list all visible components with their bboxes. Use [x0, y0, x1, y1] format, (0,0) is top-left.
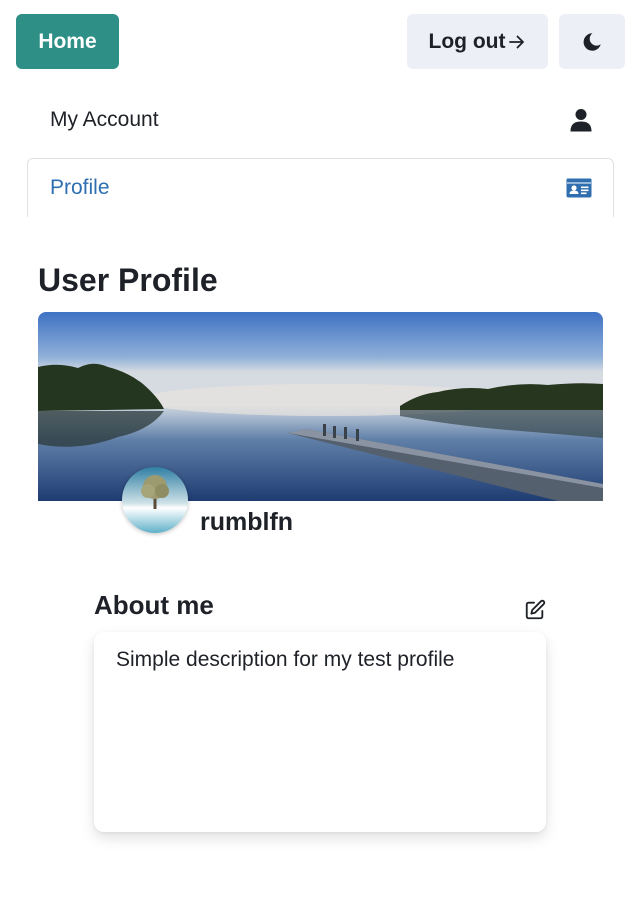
username: rumblfn [200, 508, 294, 536]
about-me-card: Simple description for my test profile [94, 632, 546, 832]
sidebar-item-label: My Account [50, 108, 159, 131]
sidebar-item-my-account[interactable]: My Account [28, 92, 614, 148]
id-card-icon [566, 178, 592, 198]
about-me-heading: About me [94, 590, 214, 620]
theme-toggle-button[interactable] [559, 14, 625, 69]
home-button[interactable]: Home [16, 14, 119, 69]
home-button-label: Home [38, 29, 97, 53]
logout-button-label: Log out [428, 29, 506, 53]
sidebar-item-label: Profile [50, 176, 110, 199]
edit-about-button[interactable] [521, 596, 549, 624]
about-me-text: Simple description for my test profile [116, 648, 455, 671]
edit-icon [525, 599, 546, 620]
page-title: User Profile [38, 262, 218, 298]
profile-banner-image [38, 312, 603, 501]
sidebar-item-profile[interactable]: Profile [27, 158, 614, 217]
avatar [122, 467, 188, 533]
arrow-right-icon [509, 35, 525, 48]
logout-button[interactable]: Log out [407, 14, 548, 69]
user-icon [570, 108, 592, 132]
moon-icon [583, 32, 601, 51]
